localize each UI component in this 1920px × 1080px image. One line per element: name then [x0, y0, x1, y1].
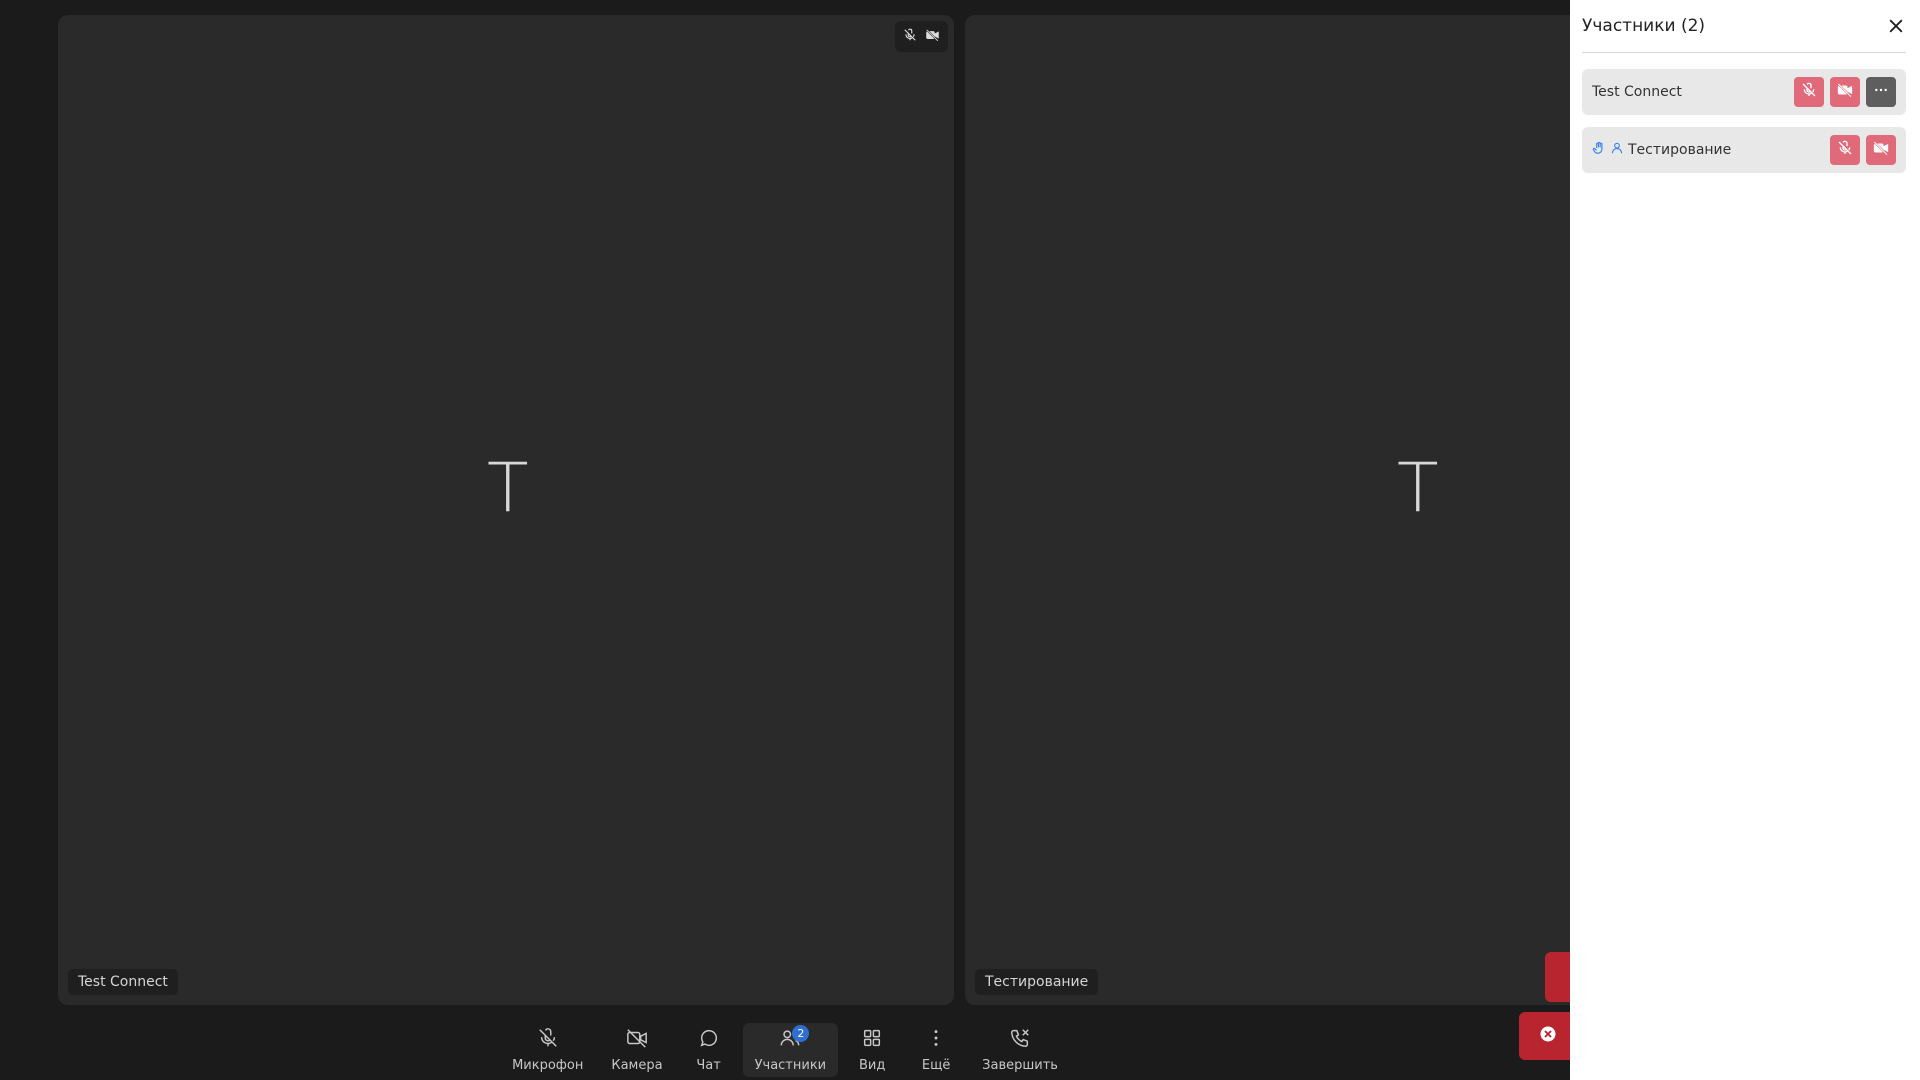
participant-name: Тестирование — [1628, 142, 1732, 158]
participant-camera-off-button[interactable] — [1866, 135, 1896, 165]
chat-bubble-icon — [698, 1027, 720, 1058]
participant-camera-off-button[interactable] — [1830, 77, 1860, 107]
end-call-label: Завершить — [982, 1058, 1058, 1073]
phone-end-icon — [1009, 1027, 1031, 1058]
video-tile-testirovanie[interactable]: T Тестирование — [965, 15, 1570, 1005]
avatar-initial: T — [487, 449, 529, 528]
tile-name-label: Тестирование — [975, 969, 1099, 995]
camera-label: Камера — [611, 1058, 663, 1073]
panel-header: Участники (2) — [1582, 0, 1906, 53]
participants-panel: Участники (2) Test Connect Тестирование — [1570, 0, 1920, 1080]
camera-off-icon — [626, 1027, 648, 1058]
close-icon[interactable] — [1886, 16, 1906, 36]
participants-button[interactable]: 2 Участники — [742, 1023, 839, 1077]
grid-icon — [861, 1027, 883, 1058]
camera-off-icon — [1873, 140, 1889, 160]
more-vertical-icon — [925, 1027, 947, 1058]
video-tile-test-connect[interactable]: T Test Connect — [58, 15, 954, 1005]
camera-off-icon — [1837, 82, 1853, 102]
camera-off-icon — [925, 27, 940, 46]
panel-title: Участники (2) — [1582, 16, 1706, 36]
participant-name: Test Connect — [1592, 84, 1682, 100]
participant-more-button[interactable] — [1866, 77, 1896, 107]
mic-off-icon — [1837, 140, 1853, 160]
microphone-button[interactable]: Микрофон — [500, 1023, 595, 1077]
participant-name-wrap: Тестирование — [1592, 141, 1830, 159]
conference-stage: T Test Connect T Тестирование Микрофон К… — [0, 0, 1570, 1080]
end-call-button[interactable]: Завершить — [970, 1023, 1070, 1077]
raised-hand-icon — [1592, 141, 1606, 159]
mic-off-icon — [537, 1027, 559, 1058]
view-button[interactable]: Вид — [842, 1023, 902, 1077]
call-toolbar: Микрофон Камера Чат 2 Участники Вид Ещё … — [0, 1020, 1570, 1080]
chat-button[interactable]: Чат — [679, 1023, 739, 1077]
tile-status-icons — [895, 21, 948, 52]
participant-mic-off-button[interactable] — [1794, 77, 1824, 107]
participant-mic-off-button[interactable] — [1830, 135, 1860, 165]
more-button[interactable]: Ещё — [906, 1023, 966, 1077]
participants-label: Участники — [754, 1058, 827, 1073]
notification-toast[interactable] — [1545, 952, 1570, 1002]
participant-row[interactable]: Test Connect — [1582, 69, 1906, 115]
user-icon — [1610, 141, 1624, 159]
participants-count-badge: 2 — [792, 1025, 810, 1042]
camera-button[interactable]: Камера — [599, 1023, 674, 1077]
more-horizontal-icon — [1873, 82, 1889, 102]
mic-off-icon — [1801, 82, 1817, 102]
tile-name-label: Test Connect — [68, 969, 178, 995]
mic-off-icon — [903, 27, 917, 46]
more-label: Ещё — [921, 1058, 951, 1073]
chat-label: Чат — [696, 1058, 721, 1073]
participant-row[interactable]: Тестирование — [1582, 127, 1906, 173]
view-label: Вид — [858, 1058, 886, 1073]
microphone-label: Микрофон — [512, 1058, 584, 1073]
avatar-initial: T — [1397, 449, 1439, 528]
